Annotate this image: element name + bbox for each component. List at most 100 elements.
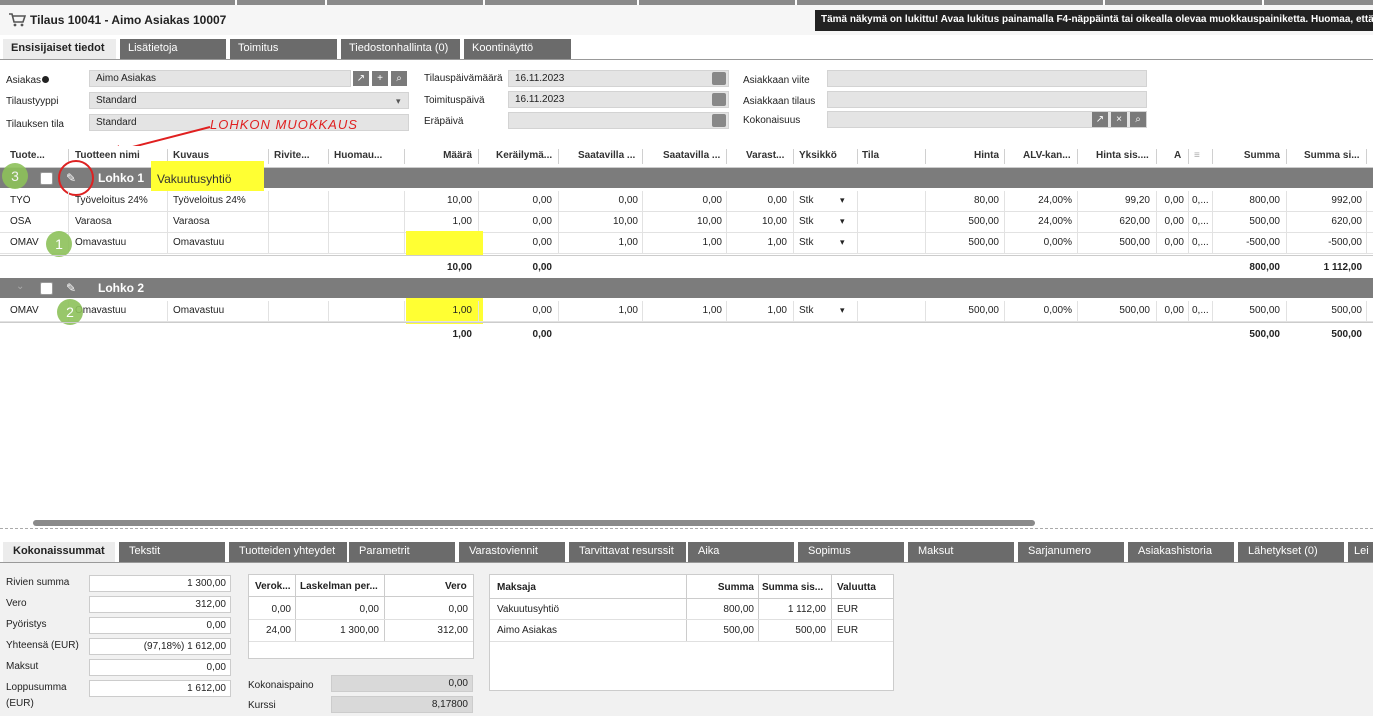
col-tuote[interactable]: Tuote...: [10, 150, 50, 161]
total-label: Rivien summa: [6, 577, 70, 588]
btab-aika[interactable]: Aika: [688, 542, 794, 562]
add-icon[interactable]: +: [372, 71, 388, 86]
col-a[interactable]: A: [1174, 150, 1186, 161]
calendar-icon[interactable]: [712, 114, 726, 127]
tab-lisatietoja[interactable]: Lisätietoja: [120, 39, 226, 59]
table-row[interactable]: OMAVOmavastuuOmavastuu-1,000,001,001,001…: [0, 233, 1373, 254]
payer-col-maksaja[interactable]: Maksaja: [497, 582, 536, 593]
open-link-icon[interactable]: ↗: [1092, 112, 1108, 127]
vat-cell: 1 300,00: [340, 625, 379, 636]
chevron-down-icon: ▾: [396, 96, 401, 106]
kurssi-label: Kurssi: [248, 700, 276, 711]
vat-col-vero[interactable]: Vero: [445, 581, 467, 592]
calendar-icon[interactable]: [712, 72, 726, 85]
clear-icon[interactable]: ×: [1111, 112, 1127, 127]
group-checkbox[interactable]: [40, 282, 53, 295]
col-maara[interactable]: Määrä: [410, 150, 472, 161]
kokonaispaino-label: Kokonaispaino: [248, 680, 314, 691]
calendar-icon[interactable]: [712, 93, 726, 106]
btab-maksut[interactable]: Maksut: [908, 542, 1014, 562]
col-summa-sis[interactable]: Summa si...: [1304, 150, 1364, 161]
table-cell: 500,00: [1249, 305, 1280, 316]
col-rivite[interactable]: Rivite...: [274, 150, 326, 161]
pencil-icon[interactable]: ✎: [66, 281, 76, 295]
chevron-down-icon[interactable]: ▾: [840, 216, 852, 227]
btab-varastoviennit[interactable]: Varastoviennit: [459, 542, 565, 562]
col-huomau[interactable]: Huomau...: [334, 150, 402, 161]
col-yksikko[interactable]: Yksikkö: [799, 150, 851, 161]
horizontal-scrollbar[interactable]: [33, 520, 1035, 526]
col-saatavilla1[interactable]: Saatavilla ...: [578, 150, 638, 161]
table-row[interactable]: TYÖ Työveloitus 24% Työveloitus 24% 10,00 0,…: [0, 191, 1373, 212]
col-tila[interactable]: Tila: [862, 150, 922, 161]
step-badge-1: 1: [46, 231, 72, 257]
col-tuotteen-nimi[interactable]: Tuotteen nimi: [75, 150, 163, 161]
table-cell: Omavastuu: [75, 305, 127, 316]
col-hinta[interactable]: Hinta: [935, 150, 999, 161]
btab-parametrit[interactable]: Parametrit: [349, 542, 455, 562]
payer-col-summa-sis[interactable]: Summa sis...: [762, 582, 823, 593]
col-menu-icon[interactable]: ≡: [1194, 150, 1208, 161]
table-cell: 10,00: [761, 216, 787, 227]
btab-kokonaissummat[interactable]: Kokonaissummat: [3, 542, 115, 562]
col-hinta-sis[interactable]: Hinta sis....: [1096, 150, 1154, 161]
col-alv[interactable]: ALV-kan...: [1023, 150, 1083, 161]
asiakas-field[interactable]: Aimo Asiakas: [89, 70, 351, 87]
btab-sarjanumero[interactable]: Sarjanumero: [1018, 542, 1124, 562]
search-icon[interactable]: ⌕: [391, 71, 407, 86]
table-cell: 0,00%: [1043, 237, 1072, 248]
tab-tiedostonhallinta[interactable]: Tiedostonhallinta (0): [341, 39, 460, 59]
chevron-down-icon[interactable]: ⌄: [16, 281, 24, 292]
col-saatavilla2[interactable]: Saatavilla ...: [663, 150, 723, 161]
col-keraily[interactable]: Keräilymä...: [496, 150, 554, 161]
payer-cell: Vakuutusyhtiö: [497, 604, 560, 615]
btab-more[interactable]: Lei: [1348, 542, 1373, 562]
btab-asiakashistoria[interactable]: Asiakashistoria: [1128, 542, 1234, 562]
viite-field[interactable]: [827, 70, 1147, 87]
search-icon[interactable]: ⌕: [1130, 112, 1146, 127]
tab-koontinaytto[interactable]: Koontinäyttö: [464, 39, 571, 59]
chevron-down-icon[interactable]: ▾: [840, 305, 852, 316]
chevron-down-icon[interactable]: ▾: [840, 237, 852, 248]
table-cell: Stk: [799, 216, 814, 227]
tilaustyyppi-select[interactable]: Standard: [89, 92, 409, 109]
tilauspvm-field[interactable]: 16.11.2023: [508, 70, 729, 87]
tab-ensisijaiset[interactable]: Ensisijaiset tiedot: [3, 39, 116, 59]
asiakkaan-tilaus-field[interactable]: [827, 91, 1147, 108]
col-kuvaus[interactable]: Kuvaus: [173, 150, 263, 161]
table-row[interactable]: OSA Varaosa Varaosa 1,00 0,00 10,00 10,00 10,00…: [0, 212, 1373, 233]
col-summa[interactable]: Summa: [1218, 150, 1280, 161]
vat-col-verok[interactable]: Verok...: [255, 581, 291, 592]
table-cell: 620,00: [1119, 216, 1150, 227]
table-cell: Omavastuu: [173, 305, 225, 316]
tab-toimitus[interactable]: Toimitus: [230, 39, 337, 59]
table-cell: 500,00: [1119, 305, 1150, 316]
total-value: (97,18%) 1 612,00: [89, 638, 231, 655]
vat-cell: 312,00: [437, 625, 468, 636]
total-keraily: 0,00: [532, 329, 552, 340]
table-cell: 0,00: [532, 305, 552, 316]
btab-resurssit[interactable]: Tarvittavat resurssit: [569, 542, 686, 562]
group-checkbox[interactable]: [40, 172, 53, 185]
table-row[interactable]: OMAV Omavastuu Omavastuu 1,00 0,00 1,00 1,00 1,…: [0, 301, 1373, 322]
btab-yhteydet[interactable]: Tuotteiden yhteydet: [229, 542, 347, 562]
toimituspvm-field[interactable]: 16.11.2023: [508, 91, 729, 108]
group-row-lohko2[interactable]: ⌄ ✎ Lohko 2: [0, 278, 1373, 298]
btab-tekstit[interactable]: Tekstit: [119, 542, 225, 562]
vat-col-laskelma[interactable]: Laskelman per...: [300, 581, 378, 592]
erapaiva-field[interactable]: [508, 112, 729, 129]
table-cell: Omavastuu: [75, 237, 127, 248]
open-link-icon[interactable]: ↗: [353, 71, 369, 86]
bottom-tabs: Kokonaissummat Tekstit Tuotteiden yhteyd…: [0, 542, 1373, 562]
table-cell: Stk: [799, 305, 814, 316]
payer-col-valuutta[interactable]: Valuutta: [837, 582, 876, 593]
group-name: Lohko 1: [98, 171, 145, 185]
table-cell: 500,00: [968, 216, 999, 227]
col-varast[interactable]: Varast...: [746, 150, 790, 161]
splitter[interactable]: [0, 528, 1373, 529]
payer-col-summa[interactable]: Summa: [690, 582, 754, 593]
chevron-down-icon[interactable]: ▾: [840, 195, 852, 206]
btab-lahetykset[interactable]: Lähetykset (0): [1238, 542, 1344, 562]
totals-eur-label: (EUR): [6, 698, 34, 709]
btab-sopimus[interactable]: Sopimus: [798, 542, 904, 562]
